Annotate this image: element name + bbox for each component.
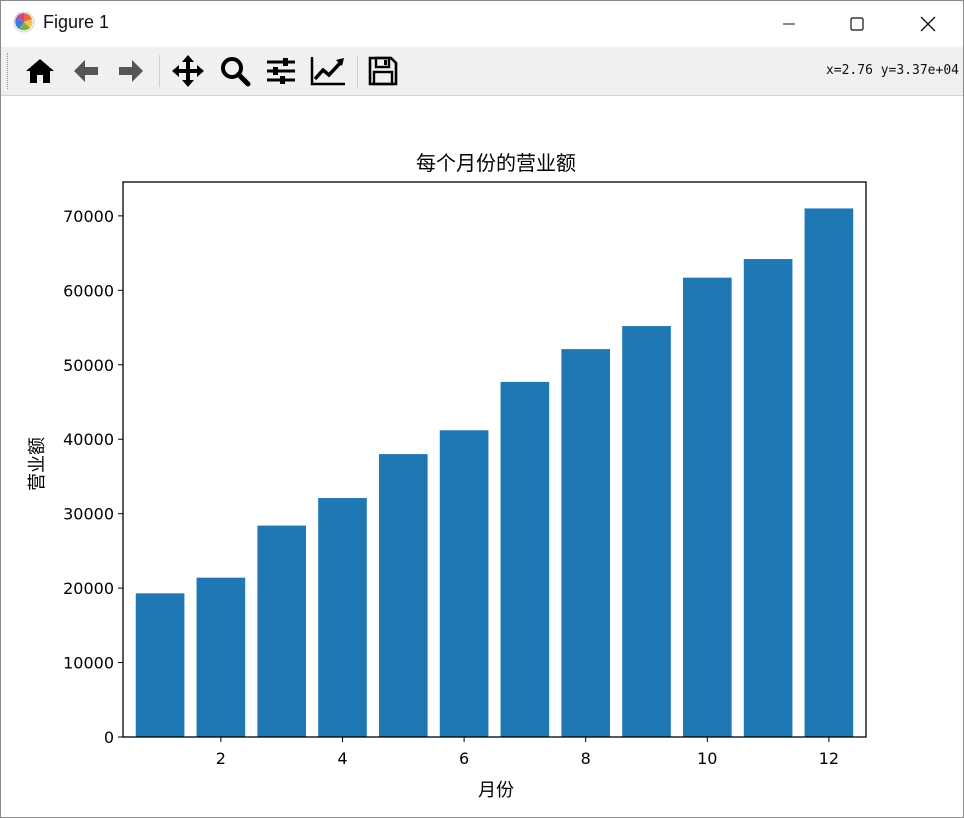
y-tick-label: 30000 [63, 505, 114, 524]
y-tick-label: 50000 [63, 356, 114, 375]
toolbar-separator [159, 55, 160, 87]
move-icon [172, 55, 204, 87]
forward-button[interactable] [113, 53, 149, 89]
y-tick-label: 40000 [63, 430, 114, 449]
x-tick-label: 10 [697, 749, 717, 768]
save-button[interactable] [365, 53, 401, 89]
coordinate-readout: x=2.76 y=3.37e+04 [825, 63, 959, 78]
toolbar-grip[interactable] [7, 53, 10, 89]
maximize-icon [850, 17, 864, 31]
x-axis-label: 月份 [478, 780, 514, 801]
home-button[interactable] [22, 53, 58, 89]
y-tick-label: 10000 [63, 654, 114, 673]
line-chart-icon [310, 57, 345, 86]
bar-series [135, 208, 854, 737]
y-tick-label: 70000 [63, 207, 114, 226]
home-icon [26, 59, 54, 83]
toolbar-separator [357, 55, 358, 87]
back-button[interactable] [68, 53, 104, 89]
bar-month-10 [682, 277, 732, 737]
x-tick-label: 12 [819, 749, 839, 768]
bar-month-3 [257, 525, 307, 737]
matplotlib-icon [13, 11, 35, 33]
bar-month-1 [135, 593, 185, 737]
y-tick-label: 20000 [63, 579, 114, 598]
floppy-disk-icon [368, 56, 398, 86]
y-axis-label: 营业额 [27, 437, 48, 491]
bar-month-9 [622, 326, 671, 737]
x-axis-ticks: 2 4 6 8 10 12 [216, 737, 839, 768]
magnifier-icon [221, 57, 251, 87]
y-tick-label: 0 [104, 728, 114, 747]
subplots-button[interactable] [263, 53, 299, 89]
bar-month-4 [318, 498, 367, 737]
sliders-icon [267, 58, 295, 84]
chart-title: 每个月份的营业额 [416, 151, 576, 175]
bar-month-6 [439, 430, 489, 737]
arrow-right-icon [119, 60, 143, 82]
bar-month-11 [743, 259, 793, 737]
title-bar[interactable]: Figure 1 [1, 1, 963, 47]
minimize-button[interactable] [754, 1, 824, 47]
edit-axes-button[interactable] [310, 53, 346, 89]
figure-window: Figure 1 x=2.76 y=3.37e+04 每个月份的营业额 2 4 … [0, 0, 964, 818]
arrow-left-icon [74, 60, 98, 82]
y-tick-label: 60000 [63, 281, 114, 300]
navigation-toolbar: x=2.76 y=3.37e+04 [1, 47, 963, 96]
pan-button[interactable] [170, 53, 206, 89]
close-button[interactable] [893, 1, 963, 47]
zoom-button[interactable] [217, 53, 253, 89]
bar-month-7 [500, 381, 550, 737]
x-tick-label: 4 [337, 749, 347, 768]
bar-month-12 [804, 208, 854, 737]
maximize-button[interactable] [822, 1, 892, 47]
close-icon [920, 16, 936, 32]
x-tick-label: 8 [581, 749, 591, 768]
minimize-icon [783, 23, 795, 25]
window-title: Figure 1 [43, 12, 110, 32]
x-tick-label: 6 [459, 749, 469, 768]
bar-month-5 [378, 454, 428, 737]
bar-month-8 [561, 349, 611, 737]
chart-canvas[interactable]: 每个月份的营业额 2 4 6 8 10 12 0 10000 20000 30000 40000 5… [2, 96, 962, 816]
y-axis-ticks: 0 10000 20000 30000 40000 50000 60000 70000 [63, 207, 123, 747]
x-tick-label: 2 [216, 749, 226, 768]
bar-month-2 [196, 577, 246, 737]
